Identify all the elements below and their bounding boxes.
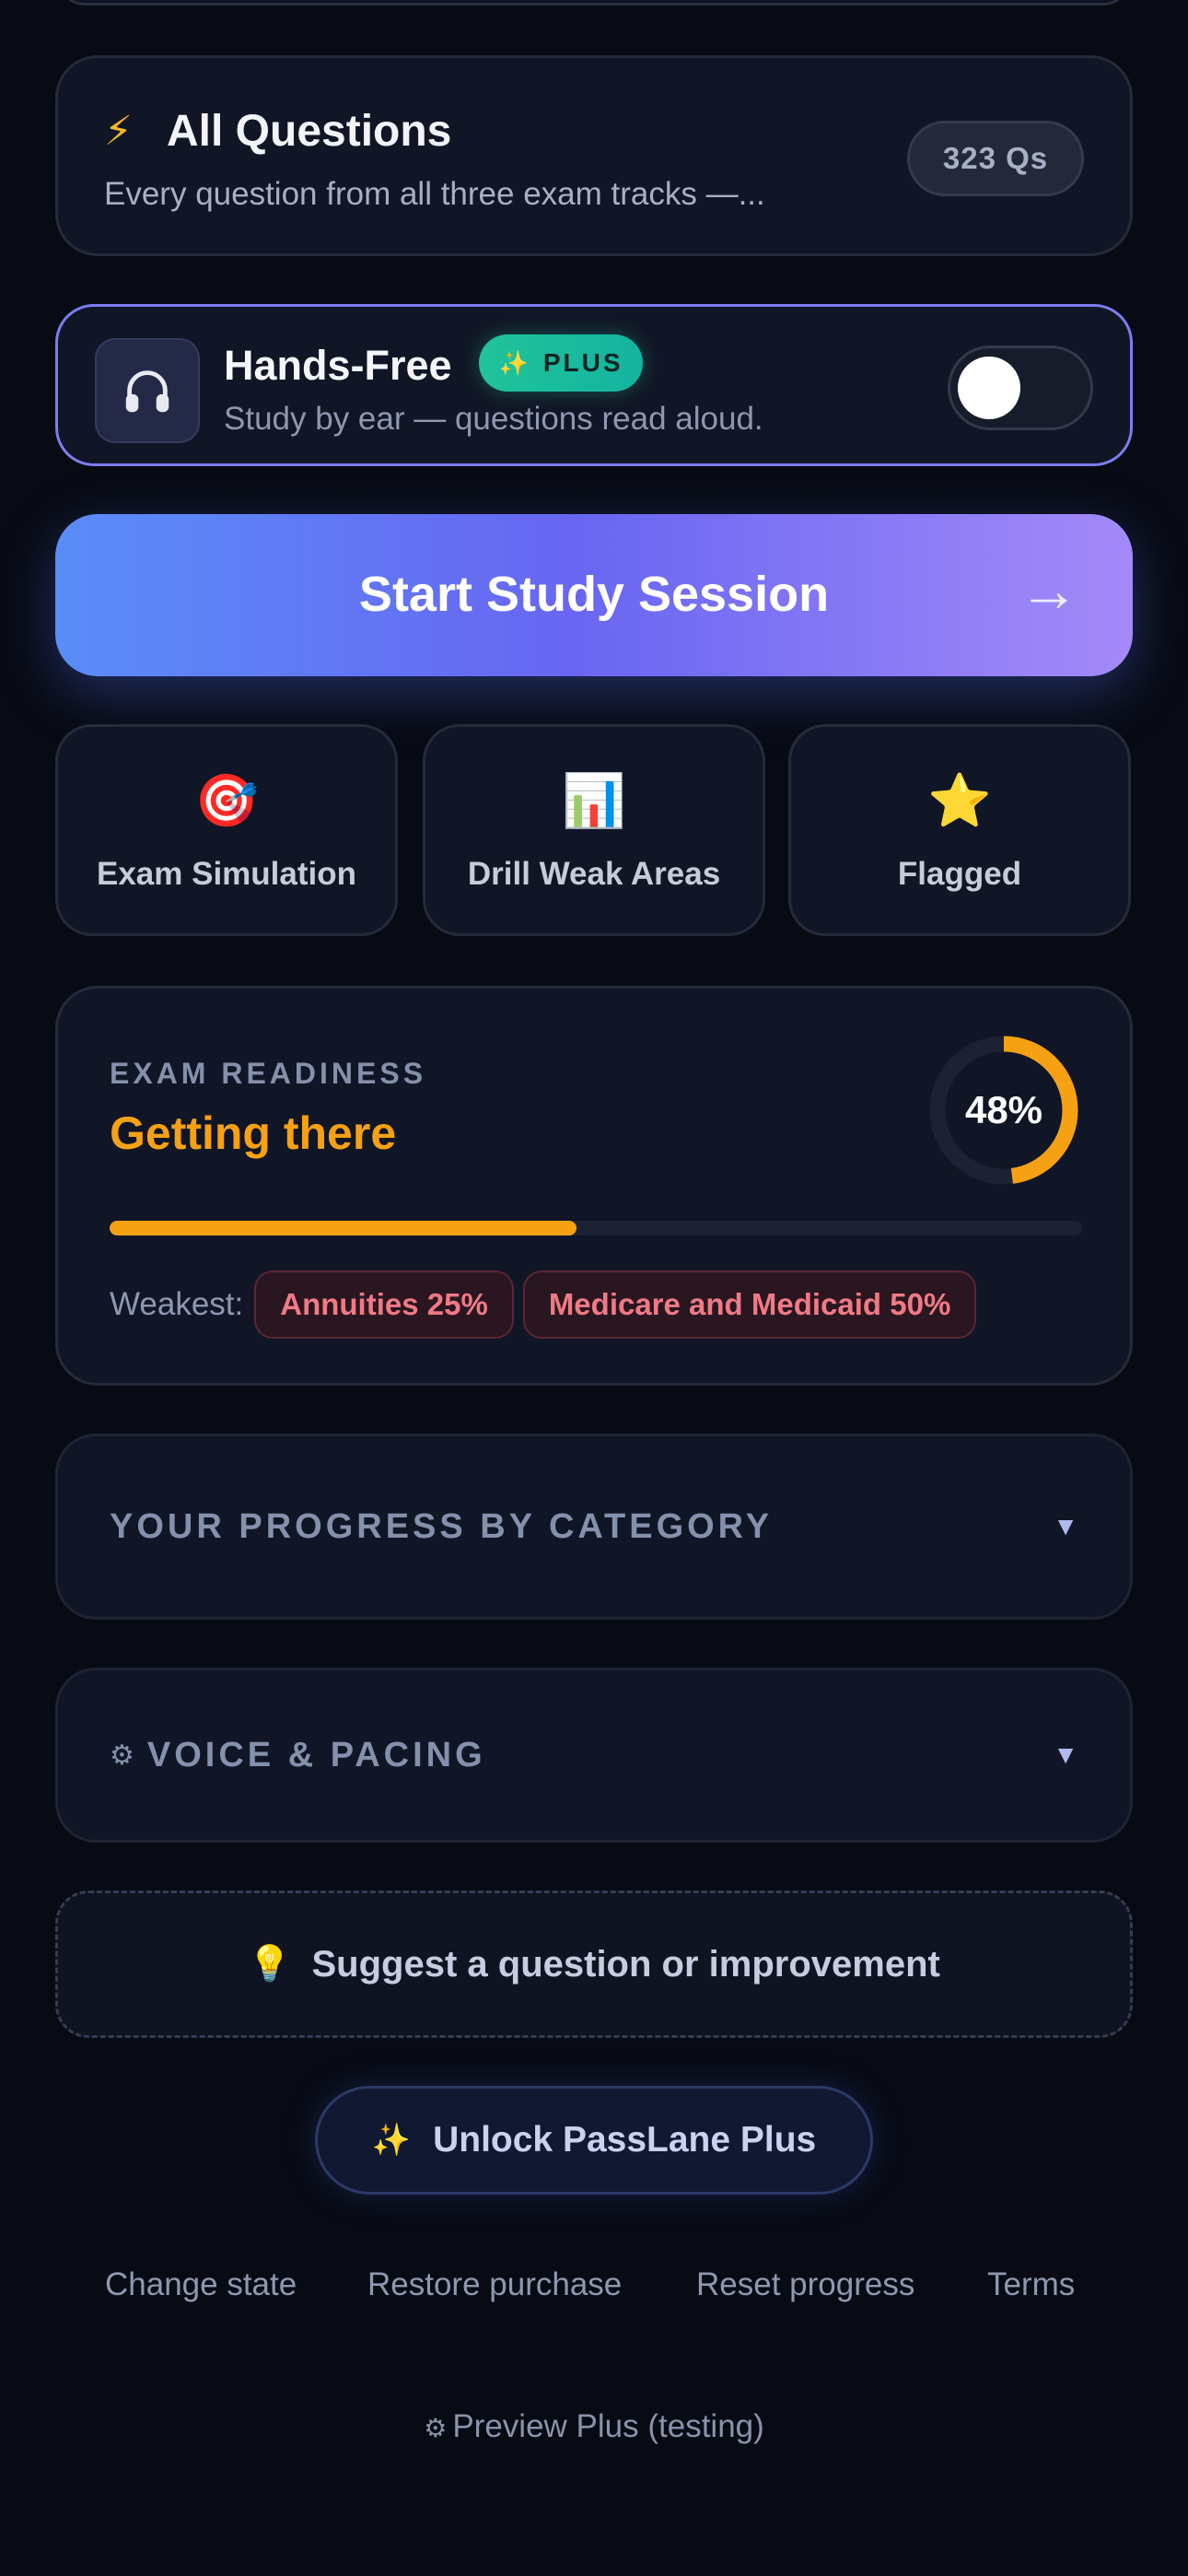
drill-weak-areas-button[interactable]: 📊 Drill Weak Areas — [423, 724, 765, 936]
suggest-label: Suggest a question or improvement — [311, 1943, 940, 1985]
sparkles-icon: ✨ — [371, 2123, 412, 2158]
previous-card-edge — [57, 0, 1131, 6]
chevron-down-icon: ▼ — [1053, 1512, 1078, 1540]
star-icon: ⭐ — [927, 771, 992, 829]
readiness-percent: 48% — [964, 1088, 1043, 1131]
restore-purchase-link[interactable]: Restore purchase — [367, 2266, 622, 2303]
target-icon: 🎯 — [194, 771, 259, 829]
suggest-question-button[interactable]: 💡 Suggest a question or improvement — [55, 1891, 1133, 2038]
flagged-button[interactable]: ⭐ Flagged — [788, 724, 1131, 936]
exam-simulation-button[interactable]: 🎯 Exam Simulation — [55, 724, 398, 936]
lightning-bolt-icon: ⚡ — [104, 108, 133, 154]
plus-badge-label: PLUS — [542, 348, 623, 377]
voice-section-header: ⚙ VOICE & PACING — [110, 1670, 486, 1840]
drill-weak-areas-label: Drill Weak Areas — [467, 856, 721, 892]
all-questions-card[interactable]: ⚡ All Questions Every question from all … — [55, 55, 1133, 256]
start-study-session-button[interactable]: Start Study Session → — [55, 514, 1133, 676]
all-questions-description: Every question from all three exam track… — [104, 176, 765, 212]
progress-by-category-toggle[interactable]: YOUR PROGRESS BY CATEGORY ▼ — [55, 1434, 1133, 1620]
preview-label: Preview Plus (testing) — [452, 2408, 764, 2444]
all-questions-title: All Questions — [167, 107, 452, 156]
hands-free-card[interactable]: Hands-Free ✨ PLUS Study by ear — questio… — [55, 304, 1133, 466]
exam-simulation-label: Exam Simulation — [96, 856, 357, 892]
unlock-plus-button[interactable]: ✨ Unlock PassLane Plus — [315, 2086, 873, 2195]
hands-free-title: Hands-Free — [224, 342, 452, 389]
arrow-right-icon: → — [1019, 556, 1079, 624]
exam-readiness-card: EXAM READINESS Getting there 48% Weakest… — [55, 986, 1133, 1386]
readiness-kicker: EXAM READINESS — [110, 1057, 427, 1090]
reset-progress-link[interactable]: Reset progress — [696, 2266, 914, 2303]
voice-section-title: VOICE & PACING — [146, 1735, 486, 1774]
readiness-progress-bar — [110, 1221, 1082, 1235]
readiness-progress-fill — [110, 1221, 577, 1235]
terms-link[interactable]: Terms — [987, 2266, 1075, 2303]
all-questions-title-row: ⚡ All Questions — [104, 106, 451, 157]
gear-icon: ⚙ — [110, 1739, 134, 1771]
bar-chart-icon: 📊 — [562, 771, 626, 829]
lightbulb-icon: 💡 — [248, 1945, 292, 1984]
weakest-label: Weakest: — [110, 1286, 244, 1322]
plus-badge: ✨ PLUS — [479, 334, 643, 392]
voice-and-pacing-toggle[interactable]: ⚙ VOICE & PACING ▼ — [55, 1668, 1133, 1843]
footer-links: Change state Restore purchase Reset prog… — [0, 2266, 1188, 2313]
hands-free-subtitle: Study by ear — questions read aloud. — [224, 401, 763, 437]
headphones-icon — [95, 338, 200, 443]
preview-plus-link[interactable]: ⚙ Preview Plus (testing) — [0, 2408, 1188, 2445]
change-state-link[interactable]: Change state — [105, 2266, 297, 2303]
flagged-label: Flagged — [897, 856, 1022, 892]
weak-area-chip[interactable]: Annuities 25% — [254, 1270, 514, 1339]
sparkles-icon: ✨ — [498, 348, 529, 377]
toggle-knob — [958, 357, 1020, 419]
question-count-badge: 323 Qs — [907, 121, 1084, 196]
gear-icon: ⚙ — [424, 2414, 448, 2442]
start-button-label: Start Study Session — [358, 567, 830, 622]
chevron-down-icon: ▼ — [1053, 1740, 1078, 1769]
weakest-areas-row: Weakest: Annuities 25% Medicare and Medi… — [110, 1270, 985, 1339]
weak-area-chip[interactable]: Medicare and Medicaid 50% — [522, 1270, 977, 1339]
hands-free-toggle[interactable] — [948, 345, 1093, 430]
readiness-status: Getting there — [110, 1107, 397, 1159]
unlock-label: Unlock PassLane Plus — [433, 2120, 817, 2160]
progress-section-title: YOUR PROGRESS BY CATEGORY — [110, 1506, 774, 1546]
